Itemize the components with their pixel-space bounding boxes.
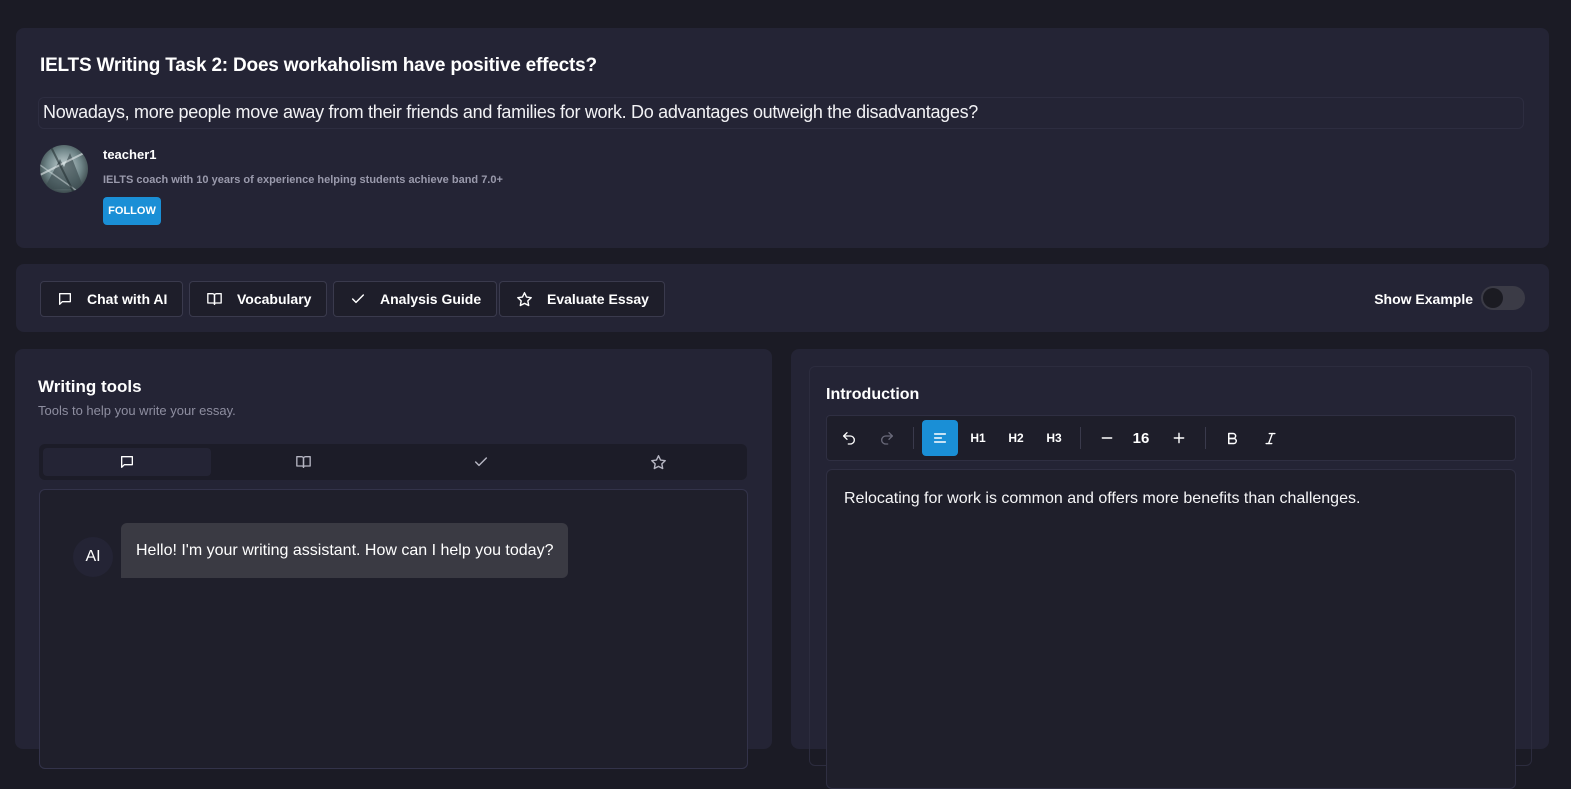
chat-with-ai-label: Chat with AI [87, 291, 168, 307]
writing-tools-panel: Writing tools Tools to help you write yo… [15, 349, 772, 769]
italic-icon [1264, 432, 1276, 444]
task-prompt: Nowadays, more people move away from the… [38, 97, 1524, 129]
bold-button[interactable] [1214, 420, 1250, 456]
vocabulary-button[interactable]: Vocabulary [189, 281, 328, 317]
author-avatar[interactable] [40, 145, 88, 193]
heading-1-button[interactable]: H1 [960, 420, 996, 456]
italic-button[interactable] [1252, 420, 1288, 456]
heading-3-label: H3 [1046, 431, 1062, 445]
undo-button[interactable] [831, 420, 867, 456]
editor-toolbar: H1 H2 H3 16 [826, 415, 1516, 461]
font-size-value[interactable]: 16 [1123, 420, 1159, 456]
evaluate-essay-label: Evaluate Essay [547, 291, 649, 307]
editor-panel: Introduction H1 H2 H3 16 Relocating for … [791, 349, 1549, 789]
minus-icon [1101, 437, 1113, 439]
ai-message-bubble: Hello! I'm your writing assistant. How c… [121, 523, 569, 578]
chat-with-ai-button[interactable]: Chat with AI [40, 281, 184, 317]
task-title: IELTS Writing Task 2: Does workaholism h… [40, 55, 597, 76]
writing-tools-tabs [39, 444, 747, 480]
heading-2-button[interactable]: H2 [998, 420, 1034, 456]
undo-icon [843, 432, 855, 445]
increase-font-size-button[interactable] [1161, 420, 1197, 456]
redo-button[interactable] [869, 420, 905, 456]
section-title: Introduction [826, 386, 920, 403]
bold-icon [1227, 432, 1237, 444]
show-example-toggle[interactable] [1481, 286, 1525, 310]
writing-tools-subtitle: Tools to help you write your essay. [38, 403, 236, 418]
author-name[interactable]: teacher1 [103, 147, 156, 162]
follow-button[interactable]: FOLLOW [103, 197, 161, 225]
ai-avatar: AI [73, 537, 113, 577]
task-header-card: IELTS Writing Task 2: Does workaholism h… [16, 28, 1549, 248]
evaluate-essay-button[interactable]: Evaluate Essay [499, 281, 665, 317]
vocabulary-label: Vocabulary [237, 291, 312, 307]
toolbar-divider [1205, 427, 1206, 449]
star-icon [650, 454, 666, 469]
toggle-knob [1483, 288, 1503, 308]
heading-1-label: H1 [970, 431, 986, 445]
redo-icon [881, 432, 893, 445]
analysis-guide-button[interactable]: Analysis Guide [333, 281, 498, 317]
star-icon [517, 291, 532, 306]
book-icon [207, 293, 222, 305]
check-icon [351, 294, 365, 304]
heading-3-button[interactable]: H3 [1036, 420, 1072, 456]
tab-chat[interactable] [43, 448, 211, 476]
writing-tools-title: Writing tools [38, 377, 142, 396]
editor-content[interactable]: Relocating for work is common and offers… [844, 490, 1360, 508]
tab-vocabulary[interactable] [219, 448, 387, 476]
action-bar: Chat with AI Vocabulary Analysis Guide E… [16, 264, 1549, 332]
essay-editor[interactable]: Relocating for work is common and offers… [826, 469, 1516, 789]
chat-icon [59, 293, 71, 305]
plus-icon [1173, 432, 1185, 444]
chat-area[interactable]: AI Hello! I'm your writing assistant. Ho… [39, 489, 748, 769]
analysis-guide-label: Analysis Guide [380, 291, 482, 307]
tab-evaluate[interactable] [574, 448, 742, 476]
toolbar-divider [1080, 427, 1081, 449]
tab-analysis[interactable] [397, 448, 565, 476]
decrease-font-size-button[interactable] [1089, 420, 1125, 456]
align-left-button[interactable] [922, 420, 958, 456]
align-left-icon [933, 433, 947, 443]
author-bio: IELTS coach with 10 years of experience … [103, 174, 503, 186]
toolbar-divider [913, 427, 914, 449]
chat-icon [121, 456, 133, 468]
check-icon [474, 457, 488, 467]
show-example-label: Show Example [1374, 291, 1473, 307]
book-icon [295, 456, 311, 468]
editor-section: Introduction H1 H2 H3 16 Relocating for … [809, 366, 1532, 789]
heading-2-label: H2 [1008, 431, 1024, 445]
